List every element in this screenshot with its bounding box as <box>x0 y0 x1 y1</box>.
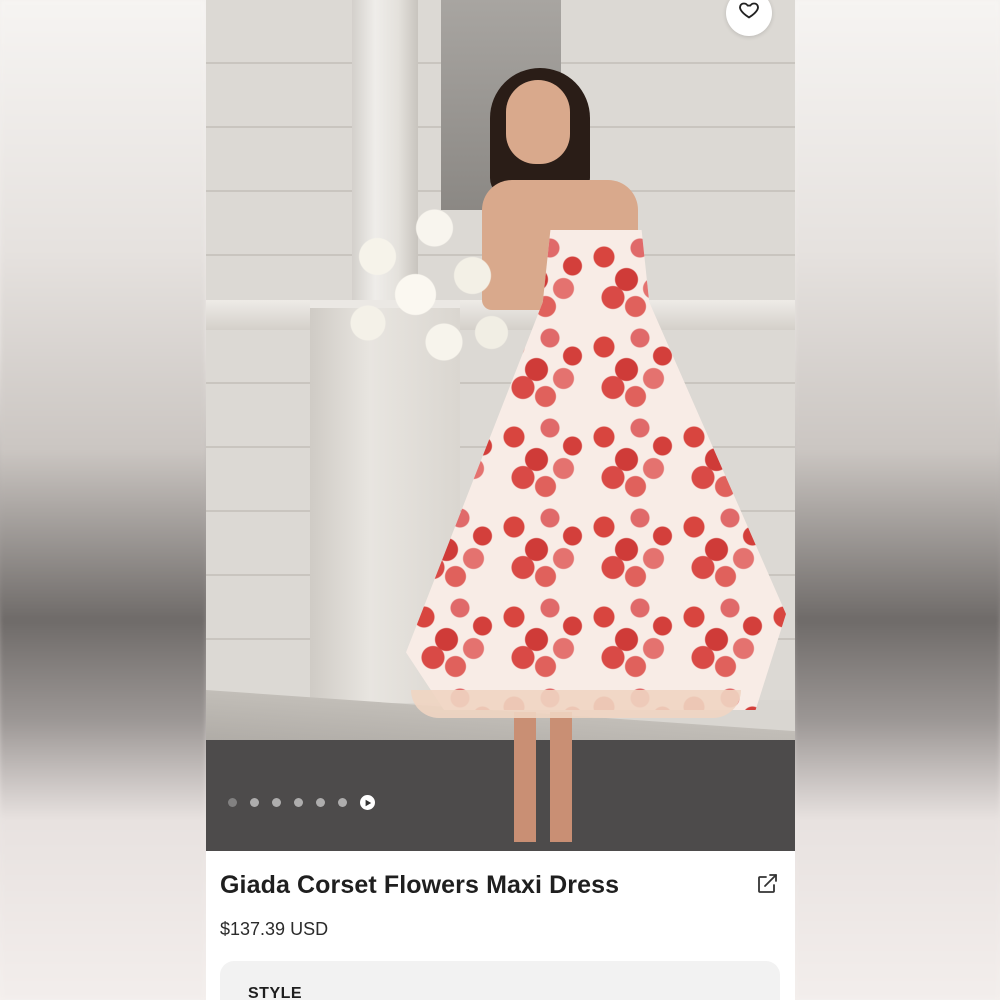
play-icon <box>364 794 372 812</box>
carousel-dots[interactable] <box>228 795 375 810</box>
product-price: $137.39 USD <box>220 919 329 939</box>
image-model-face <box>506 80 570 164</box>
carousel-dot[interactable] <box>228 798 237 807</box>
image-bouquet <box>330 190 520 380</box>
carousel-dot[interactable] <box>272 798 281 807</box>
share-button[interactable] <box>754 873 780 899</box>
product-image[interactable] <box>206 0 795 851</box>
style-section[interactable]: STYLE <box>220 961 780 1000</box>
image-petticoat <box>411 690 741 718</box>
carousel-dot[interactable] <box>294 798 303 807</box>
style-section-label: STYLE <box>248 985 303 1000</box>
background-blur-left <box>0 0 206 1000</box>
carousel-play-button[interactable] <box>360 795 375 810</box>
carousel-dot[interactable] <box>316 798 325 807</box>
background-blur-right <box>794 0 1000 1000</box>
product-details: Giada Corset Flowers Maxi Dress $137.39 … <box>206 851 795 1000</box>
external-link-icon <box>755 872 779 901</box>
carousel-dot[interactable] <box>338 798 347 807</box>
product-title: Giada Corset Flowers Maxi Dress <box>220 871 620 899</box>
heart-icon <box>738 0 760 27</box>
carousel-dot[interactable] <box>250 798 259 807</box>
image-model-legs <box>514 712 574 842</box>
product-screen: Giada Corset Flowers Maxi Dress $137.39 … <box>206 0 795 1000</box>
